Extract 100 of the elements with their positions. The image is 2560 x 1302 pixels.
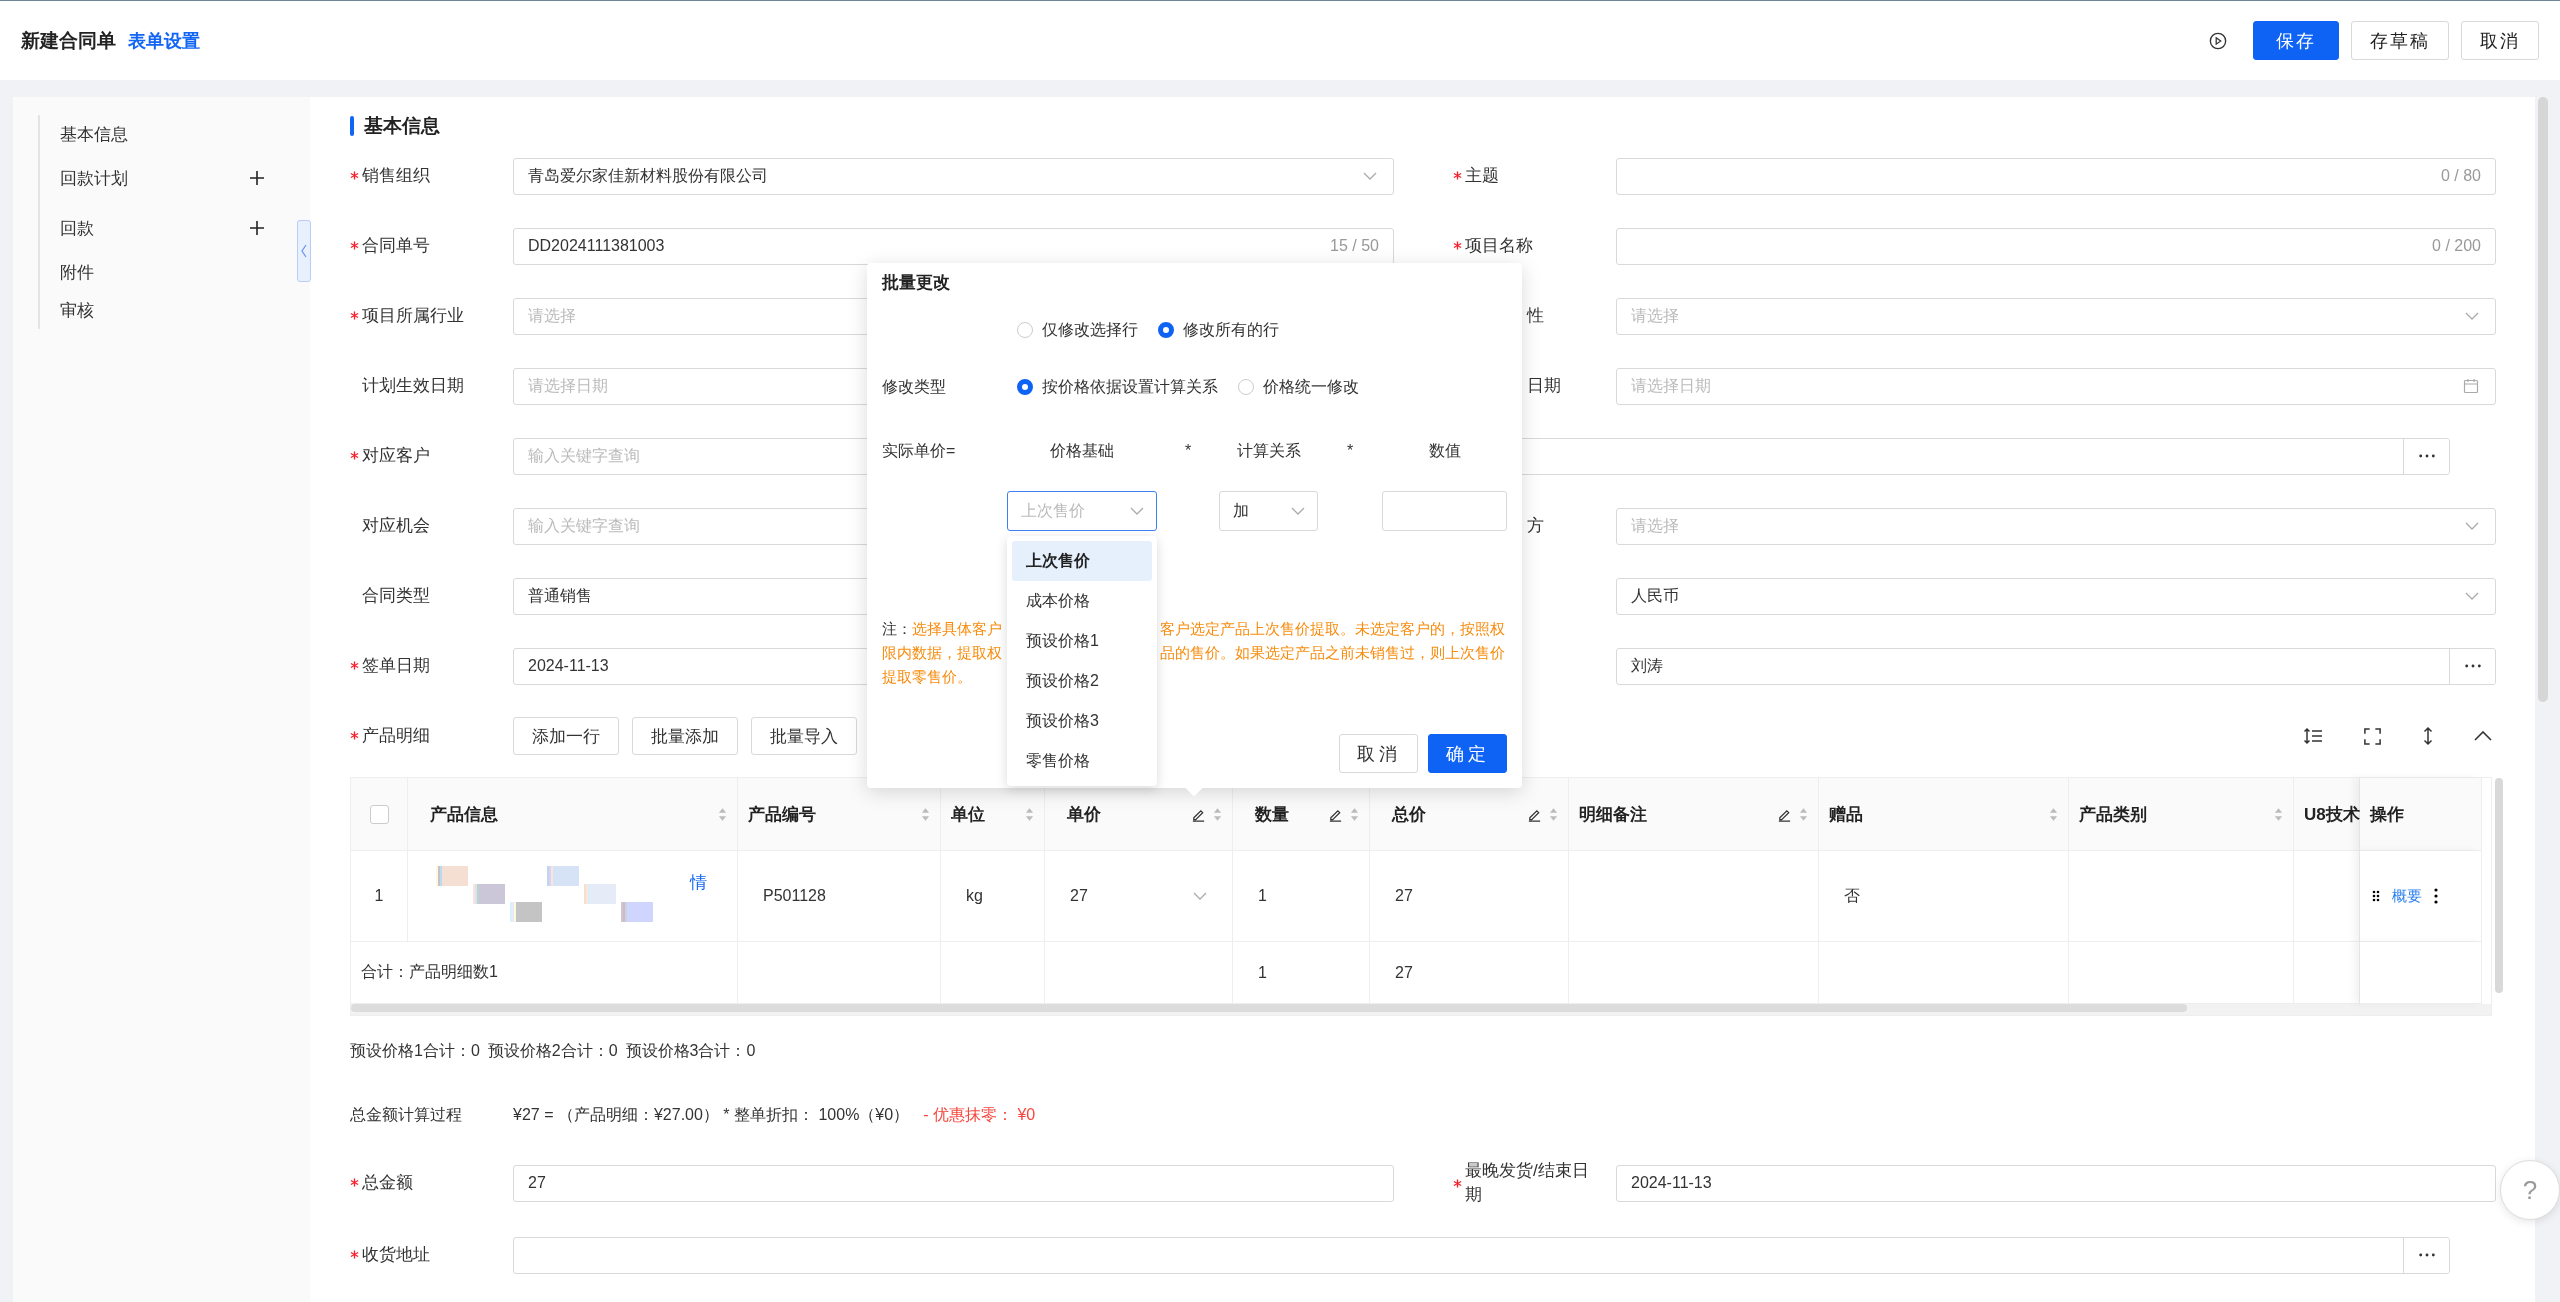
radio-button[interactable] — [1017, 379, 1033, 395]
select-cell[interactable]: 27 — [1045, 851, 1233, 942]
radio-label[interactable]: 修改所有的行 — [1183, 319, 1279, 341]
sort-icon[interactable] — [1213, 806, 1222, 822]
table-action-button[interactable]: 批量导入 — [751, 717, 857, 755]
plus-icon[interactable] — [249, 170, 265, 186]
sort-icon[interactable] — [1025, 806, 1034, 822]
formula-term: 计算关系 — [1235, 440, 1302, 461]
dropdown-option[interactable]: 预设价格2 — [1012, 661, 1152, 701]
fullscreen-icon[interactable] — [2363, 726, 2382, 746]
page-title: 新建合同单 — [21, 28, 116, 53]
formula-label: 实际单价= — [882, 440, 957, 461]
more-icon — [2417, 1253, 2436, 1257]
field-label: 日期 — [1527, 375, 1561, 398]
sort-icon[interactable] — [2274, 806, 2283, 822]
more-icon — [2463, 664, 2482, 668]
detail-link[interactable]: 情 — [690, 871, 707, 894]
chevron-down-icon — [1291, 507, 1305, 515]
column-header[interactable]: 总价 — [1370, 778, 1569, 851]
vertical-arrows-icon[interactable] — [2422, 726, 2434, 746]
preset-total: 预设价格2合计：0 — [487, 1040, 618, 1061]
rounding-text: - 优惠抹零： ¥0 — [923, 1104, 1036, 1125]
note-label: 注： — [882, 619, 912, 639]
horizontal-scrollbar[interactable] — [351, 1004, 2491, 1015]
overview-link[interactable]: 概要 — [2392, 886, 2422, 906]
column-header[interactable]: 产品类别 — [2069, 778, 2294, 851]
chevron-down-icon — [2465, 592, 2479, 600]
char-counter: 0 / 80 — [2440, 167, 2481, 185]
more-button[interactable] — [2449, 648, 2495, 684]
char-counter: 15 / 50 — [1330, 237, 1379, 255]
note-text: 品的售价。如果选定产品之前未销售过，则上次售价 — [1160, 643, 1505, 663]
input-field[interactable]: 刘涛 — [1616, 647, 2496, 685]
calendar-icon — [2463, 378, 2479, 394]
formula-term: 价格基础 — [1049, 440, 1115, 461]
sidebar-item[interactable]: 附件 — [60, 253, 285, 291]
sort-icon[interactable] — [921, 806, 930, 822]
more-vertical-icon[interactable] — [2434, 888, 2438, 904]
collapse-tab[interactable] — [297, 220, 311, 282]
confirm-button[interactable]: 确定 — [1428, 734, 1507, 773]
select-field[interactable]: 青岛爱尔家佳新材料股份有限公司 — [513, 157, 1394, 195]
play-icon[interactable] — [2209, 31, 2227, 50]
form-settings-link[interactable]: 表单设置 — [128, 28, 200, 53]
sidebar-item[interactable]: 回款计划 — [60, 153, 285, 203]
sort-icon[interactable] — [1350, 806, 1359, 822]
chevron-down-icon — [1363, 172, 1377, 180]
table-cell: 27 — [1370, 851, 1569, 942]
dropdown-option[interactable]: 上次售价 — [1012, 541, 1152, 581]
cancel-button[interactable]: 取消 — [1339, 734, 1418, 773]
plus-icon[interactable] — [249, 220, 265, 236]
header-button[interactable]: 存草稿 — [2351, 21, 2449, 60]
sidebar-item[interactable]: 审核 — [60, 291, 285, 329]
column-header: U8技术 — [2294, 778, 2360, 851]
row-height-icon[interactable] — [2303, 726, 2323, 746]
sort-icon[interactable] — [1549, 806, 1558, 822]
more-icon — [2417, 454, 2436, 458]
table-action-button[interactable]: 添加一行 — [513, 717, 619, 755]
column-header[interactable]: 产品编号 — [738, 778, 941, 851]
section-marker — [350, 116, 354, 136]
chevron-up-icon[interactable] — [2474, 731, 2492, 741]
formula-term: * — [1345, 442, 1355, 460]
table-cell: P501128 — [738, 851, 941, 942]
row-number: 1 — [351, 851, 408, 942]
sort-icon[interactable] — [2049, 806, 2058, 822]
column-header[interactable]: 产品信息 — [408, 778, 738, 851]
table-cell: 否 — [1819, 851, 2069, 942]
column-header[interactable]: 赠品 — [1819, 778, 2069, 851]
select-field[interactable]: 人民币 — [1616, 577, 2496, 615]
column-header[interactable]: 明细备注 — [1569, 778, 1819, 851]
drag-handle-icon[interactable] — [2372, 890, 2380, 902]
char-counter: 0 / 200 — [2432, 237, 2481, 255]
more-button[interactable] — [2403, 438, 2449, 474]
sort-icon[interactable] — [718, 806, 727, 822]
field-label: 性 — [1527, 305, 1544, 328]
vertical-scrollbar[interactable] — [2538, 97, 2548, 702]
dropdown-option[interactable]: 预设价格3 — [1012, 701, 1152, 741]
radio-label[interactable]: 价格统一修改 — [1263, 376, 1359, 398]
field-label: 合同类型 — [361, 585, 430, 608]
save-button[interactable]: 保存 — [2253, 21, 2339, 60]
sort-icon[interactable] — [1799, 806, 1808, 822]
radio-label[interactable]: 仅修改选择行 — [1042, 319, 1138, 341]
input-field[interactable]: 27 — [513, 1164, 1394, 1202]
input-field[interactable] — [1382, 491, 1507, 531]
input-field[interactable]: 2024-11-13 — [1616, 1164, 2496, 1202]
field-label: 对应机会 — [361, 515, 430, 538]
radio-button[interactable] — [1158, 322, 1174, 338]
dropdown-option[interactable]: 成本价格 — [1012, 581, 1152, 621]
select-field[interactable]: 加 — [1219, 491, 1318, 531]
sidebar-item[interactable]: 回款 — [60, 203, 285, 253]
table-scrollbar[interactable] — [2495, 778, 2503, 993]
radio-label[interactable]: 按价格依据设置计算关系 — [1042, 376, 1218, 398]
dropdown-option[interactable]: 预设价格1 — [1012, 621, 1152, 661]
section-title: 基本信息 — [364, 114, 440, 138]
sidebar-item[interactable]: 基本信息 — [60, 115, 285, 153]
more-button[interactable] — [2403, 1237, 2449, 1273]
header-button[interactable]: 取消 — [2461, 21, 2539, 60]
chevron-left-icon — [301, 244, 307, 258]
input-field[interactable] — [513, 1236, 2450, 1274]
dropdown-option[interactable]: 零售价格 — [1012, 741, 1152, 781]
table-action-button[interactable]: 批量添加 — [632, 717, 738, 755]
checkbox[interactable] — [369, 804, 389, 824]
